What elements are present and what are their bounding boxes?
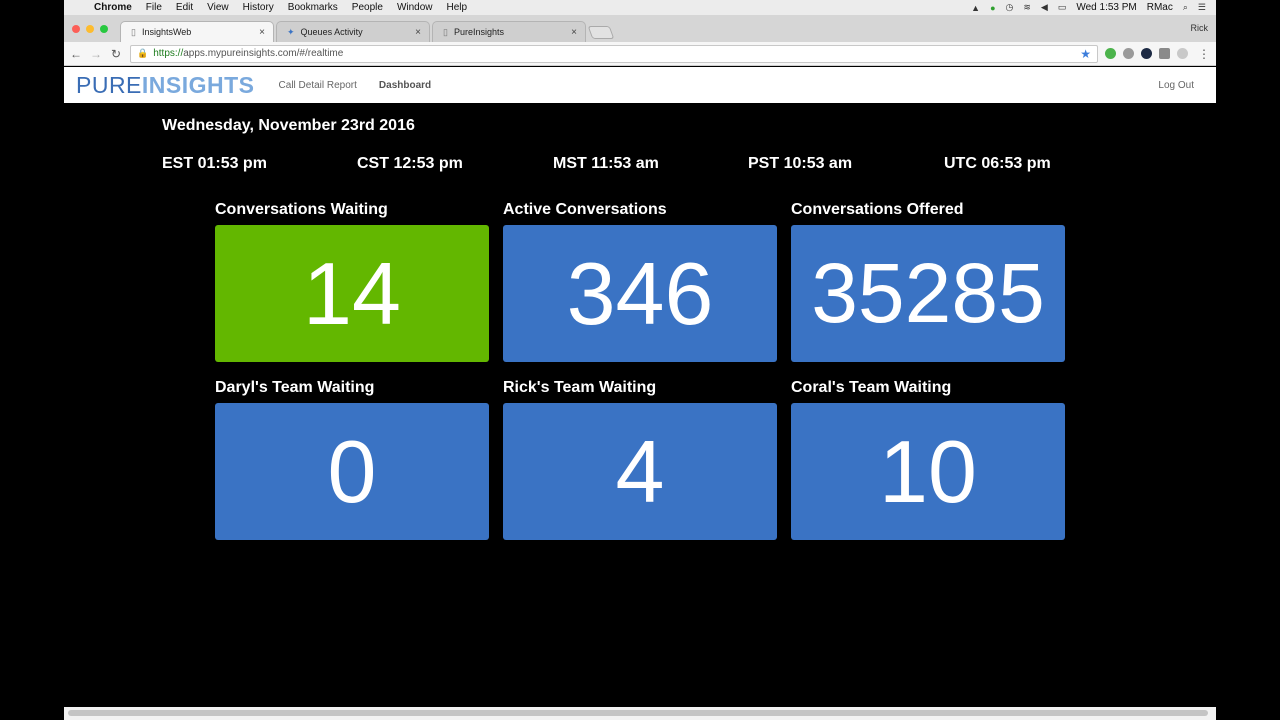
tile-conversations-offered[interactable]: 35285 [791, 225, 1065, 362]
tab-insightsweb[interactable]: ▯ InsightsWeb × [120, 21, 274, 42]
menu-people[interactable]: People [352, 2, 383, 13]
tab-label: InsightsWeb [141, 27, 192, 37]
menu-bookmarks[interactable]: Bookmarks [288, 2, 338, 13]
nav-call-detail-report[interactable]: Call Detail Report [279, 80, 357, 91]
menu-history[interactable]: History [243, 2, 274, 13]
tab-label: Queues Activity [300, 27, 363, 37]
menu-edit[interactable]: Edit [176, 2, 193, 13]
battery-icon[interactable]: ▭ [1058, 2, 1067, 13]
timezone-est: EST 01:53 pm [162, 155, 267, 172]
wifi-icon[interactable]: ≋ [1023, 2, 1031, 13]
spotlight-icon[interactable]: ⌕ [1183, 2, 1188, 13]
timezone-mst: MST 11:53 am [553, 155, 659, 172]
brand-part2: INSIGHTS [141, 71, 255, 98]
close-tab-icon[interactable]: × [415, 27, 421, 38]
drive-icon[interactable]: ▲ [971, 3, 980, 13]
menu-clock[interactable]: Wed 1:53 PM [1076, 2, 1136, 13]
url-scheme: https:// [153, 48, 184, 59]
profile-name[interactable]: Rick [1191, 23, 1209, 33]
notification-center-icon[interactable]: ☰ [1198, 2, 1206, 13]
url-path: apps.mypureinsights.com/#/realtime [183, 48, 344, 59]
app-navbar: PUREINSIGHTS Call Detail Report Dashboar… [64, 67, 1216, 103]
scrollbar-thumb[interactable] [68, 710, 1208, 716]
volume-icon[interactable]: ◀ [1041, 2, 1048, 13]
sparkle-icon: ✦ [287, 26, 295, 37]
address-bar[interactable]: 🔒 https:// apps.mypureinsights.com/#/rea… [130, 44, 1098, 63]
menu-file[interactable]: File [146, 2, 162, 13]
realtime-dashboard: Wednesday, November 23rd 2016 EST 01:53 … [64, 103, 1216, 707]
timezone-utc: UTC 06:53 pm [944, 155, 1051, 172]
page-icon: ▯ [131, 26, 136, 37]
close-window-icon[interactable] [72, 25, 80, 33]
brand-part1: PURE [76, 71, 142, 98]
status-dot-icon[interactable]: ● [990, 3, 995, 13]
browser-tab-strip: ▯ InsightsWeb × ✦ Queues Activity × ▯ Pu… [64, 15, 1216, 42]
tile-active-conversations[interactable]: 346 [503, 225, 777, 362]
nav-dashboard[interactable]: Dashboard [379, 80, 431, 91]
menu-view[interactable]: View [207, 2, 229, 13]
menu-user[interactable]: RMac [1147, 2, 1173, 13]
forward-icon[interactable]: → [88, 47, 104, 61]
brand-logo[interactable]: PUREINSIGHTS [76, 72, 255, 99]
status-area: ▲ ● ◷ ≋ ◀ ▭ Wed 1:53 PM RMac ⌕ ☰ [971, 2, 1216, 13]
tab-queues-activity[interactable]: ✦ Queues Activity × [276, 21, 430, 42]
tab-pureinsights[interactable]: ▯ PureInsights × [432, 21, 586, 42]
extension-globe-icon[interactable] [1123, 48, 1134, 59]
tile-daryls-team-waiting[interactable]: 0 [215, 403, 489, 540]
menu-app-name[interactable]: Chrome [94, 2, 132, 13]
tab-label: PureInsights [453, 27, 504, 37]
minimize-window-icon[interactable] [86, 25, 94, 33]
menu-help[interactable]: Help [447, 2, 468, 13]
tile-title-corals-team-waiting: Coral's Team Waiting [791, 379, 952, 396]
reload-icon[interactable]: ↻ [108, 47, 124, 61]
close-tab-icon[interactable]: × [259, 27, 265, 38]
zoom-window-icon[interactable] [100, 25, 108, 33]
menu-window[interactable]: Window [397, 2, 433, 13]
back-icon[interactable]: ← [68, 47, 84, 61]
dashboard-date: Wednesday, November 23rd 2016 [162, 117, 415, 134]
tile-title-ricks-team-waiting: Rick's Team Waiting [503, 379, 657, 396]
page-icon: ▯ [443, 26, 448, 37]
window-controls [72, 25, 108, 33]
new-tab-button[interactable] [587, 26, 615, 39]
tile-title-daryls-team-waiting: Daryl's Team Waiting [215, 379, 375, 396]
chrome-menu-icon[interactable]: ⋮ [1198, 47, 1210, 61]
browser-toolbar: ← → ↻ 🔒 https:// apps.mypureinsights.com… [64, 42, 1216, 66]
extension-green-icon[interactable] [1105, 48, 1116, 59]
logout-link[interactable]: Log Out [1158, 80, 1194, 91]
tile-corals-team-waiting[interactable]: 10 [791, 403, 1065, 540]
tile-title-active-conversations: Active Conversations [503, 201, 667, 218]
extension-drive-icon[interactable] [1177, 48, 1188, 59]
timezone-pst: PST 10:53 am [748, 155, 853, 172]
tile-title-conversations-offered: Conversations Offered [791, 201, 964, 218]
lock-icon[interactable]: 🔒 [137, 48, 148, 59]
time-machine-icon[interactable]: ◷ [1006, 2, 1014, 13]
macos-menu-bar: Chrome File Edit View History Bookmarks … [64, 0, 1216, 15]
horizontal-scrollbar[interactable] [64, 707, 1216, 720]
bookmark-star-icon[interactable]: ★ [1080, 47, 1091, 61]
timezone-cst: CST 12:53 pm [357, 155, 463, 172]
close-tab-icon[interactable]: × [571, 27, 577, 38]
extension-onepassword-icon[interactable] [1141, 48, 1152, 59]
tile-ricks-team-waiting[interactable]: 4 [503, 403, 777, 540]
tile-title-conversations-waiting: Conversations Waiting [215, 201, 388, 218]
tile-conversations-waiting[interactable]: 14 [215, 225, 489, 362]
extension-square-icon[interactable] [1159, 48, 1170, 59]
